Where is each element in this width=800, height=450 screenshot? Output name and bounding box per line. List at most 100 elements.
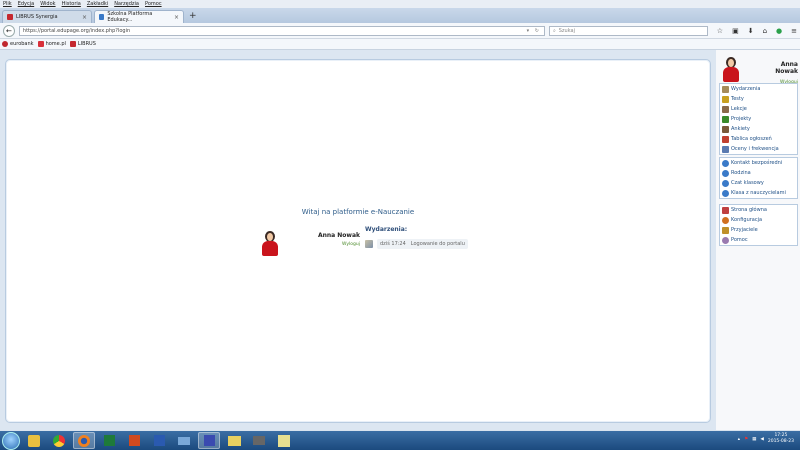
paint-app-icon[interactable] bbox=[23, 432, 45, 449]
events-icon bbox=[722, 85, 729, 93]
sidebar-item-rodzina[interactable]: Rodzina bbox=[720, 168, 797, 178]
arrow-left-icon: ← bbox=[6, 26, 12, 35]
edupage-favicon-icon bbox=[99, 14, 105, 20]
tab-label: LIBRUS Synergia bbox=[16, 14, 58, 20]
chrome-app-icon[interactable] bbox=[48, 432, 70, 449]
tab-librus[interactable]: LIBRUS Synergia × bbox=[2, 10, 92, 23]
bookmark-label: home.pl bbox=[45, 41, 66, 47]
grades-icon bbox=[722, 145, 729, 153]
main-content: Witaj na platformie e-Nauczanie Anna Now… bbox=[0, 50, 716, 430]
menu-edit[interactable]: Edycja bbox=[18, 1, 35, 7]
url-text: https://portal.edupage.org/index.php?log… bbox=[22, 27, 131, 34]
homepl-icon bbox=[37, 41, 44, 47]
help-icon bbox=[722, 236, 729, 244]
flag-icon[interactable]: ⚑ bbox=[744, 437, 748, 442]
bookmark-librus[interactable]: LIBRUS bbox=[69, 41, 96, 47]
projects-icon bbox=[722, 115, 729, 123]
bookmark-eurobank[interactable]: eurobank bbox=[2, 41, 34, 47]
sidebar-item-przyjaciele[interactable]: Przyjaciele bbox=[720, 225, 797, 235]
menu-help[interactable]: Pomoc bbox=[145, 1, 162, 7]
taskbar: ▴ ⚑ ▦ ◀ 17:25 2015-08-23 bbox=[0, 431, 800, 450]
menu-bookmarks[interactable]: Zakładki bbox=[87, 1, 108, 7]
events-title: Wydarzenia: bbox=[365, 226, 408, 233]
sidebar-item-ankiety[interactable]: Ankiety bbox=[720, 124, 797, 134]
tab-edupage[interactable]: Szkolna Platforma Edukacy... × bbox=[94, 10, 184, 23]
sidebar-item-oceny[interactable]: Oceny i frekwencja bbox=[720, 144, 797, 154]
firefox-app-icon[interactable] bbox=[73, 432, 95, 449]
menu-tools[interactable]: Narzędzia bbox=[114, 1, 139, 7]
sidebar-item-klasa[interactable]: Klasa z nauczycielami bbox=[720, 188, 797, 198]
start-button[interactable] bbox=[2, 431, 20, 450]
event-time: dziś 17:24 bbox=[380, 241, 406, 247]
download-icon[interactable]: ⬇ bbox=[748, 27, 754, 35]
search-input[interactable]: ⌕ Szukaj bbox=[548, 25, 708, 36]
sidebar-group-contact: Kontakt bezpośredni Rodzina Czat klasowy… bbox=[719, 157, 798, 199]
excel-app-icon[interactable] bbox=[98, 432, 120, 449]
powerpoint-app-icon[interactable] bbox=[123, 432, 145, 449]
menu-file[interactable]: Plik bbox=[3, 1, 12, 7]
notes-app-icon[interactable] bbox=[273, 432, 295, 449]
sidebar-item-projekty[interactable]: Projekty bbox=[720, 114, 797, 124]
list-item[interactable]: dziś 17:24 Logowanie do portalu bbox=[365, 239, 485, 249]
event-description: Logowanie do portalu bbox=[410, 241, 465, 247]
user-name: Anna Nowak bbox=[317, 232, 360, 239]
back-button[interactable]: ← bbox=[3, 24, 15, 37]
network-app-icon[interactable] bbox=[173, 432, 195, 449]
addon-icon[interactable]: ● bbox=[776, 27, 782, 35]
bookmark-homepl[interactable]: home.pl bbox=[37, 41, 66, 47]
hamburger-menu-icon[interactable]: ≡ bbox=[791, 27, 797, 35]
system-tray: ▴ ⚑ ▦ ◀ 17:25 2015-08-23 bbox=[738, 433, 794, 445]
save-app-icon[interactable] bbox=[198, 432, 220, 449]
librus-icon bbox=[69, 41, 76, 47]
reload-icon[interactable]: ▾ ↻ bbox=[527, 28, 541, 34]
star-icon[interactable]: ☆ bbox=[717, 27, 723, 35]
home-icon[interactable]: ⌂ bbox=[763, 27, 767, 35]
events-section: Wydarzenia: dziś 17:24 Logowanie do port… bbox=[365, 226, 485, 249]
clock[interactable]: 17:25 2015-08-23 bbox=[768, 433, 794, 445]
sidebar-item-pomoc[interactable]: Pomoc bbox=[720, 235, 797, 245]
explorer-app-icon[interactable] bbox=[223, 432, 245, 449]
sidebar-item-testy[interactable]: Testy bbox=[720, 94, 797, 104]
sidebar-item-wydarzenia[interactable]: Wydarzenia bbox=[720, 84, 797, 94]
sidebar-item-strona[interactable]: Strona główna bbox=[720, 205, 797, 215]
tab-label: Szkolna Platforma Edukacy... bbox=[107, 11, 153, 23]
show-hidden-icon[interactable]: ▴ bbox=[738, 437, 740, 442]
new-tab-button[interactable]: + bbox=[189, 10, 197, 23]
sidebar-group-other: Strona główna Konfiguracja Przyjaciele P… bbox=[719, 204, 798, 246]
sidebar-item-konfiguracja[interactable]: Konfiguracja bbox=[720, 215, 797, 225]
sidebar-item-kontakt[interactable]: Kontakt bezpośredni bbox=[720, 158, 797, 168]
close-icon[interactable]: × bbox=[82, 14, 87, 21]
librus-favicon-icon bbox=[7, 14, 13, 20]
menu-view[interactable]: Widok bbox=[40, 1, 55, 7]
library-icon[interactable]: ▣ bbox=[732, 27, 739, 35]
bookmark-label: eurobank bbox=[10, 41, 34, 47]
user-card: Anna Nowak Wyloguj bbox=[260, 228, 360, 258]
app-icon[interactable] bbox=[248, 432, 270, 449]
navigation-bar: ← https://portal.edupage.org/index.php?l… bbox=[0, 23, 800, 39]
surveys-icon bbox=[722, 125, 729, 133]
menu-bar: Plik Edycja Widok Historia Zakładki Narz… bbox=[0, 0, 800, 8]
sidebar-item-czat[interactable]: Czat klasowy bbox=[720, 178, 797, 188]
url-field[interactable]: https://portal.edupage.org/index.php?log… bbox=[18, 25, 545, 36]
family-icon bbox=[722, 169, 729, 177]
bookmark-label: LIBRUS bbox=[77, 41, 96, 47]
main-panel: Witaj na platformie e-Nauczanie Anna Now… bbox=[5, 59, 711, 423]
tab-bar: LIBRUS Synergia × Szkolna Platforma Eduk… bbox=[0, 8, 800, 23]
contact-icon bbox=[722, 159, 729, 167]
volume-icon[interactable]: ◀ bbox=[760, 437, 763, 442]
menu-history[interactable]: Historia bbox=[62, 1, 81, 7]
network-icon[interactable]: ▦ bbox=[752, 437, 756, 442]
sidebar-item-lekcje[interactable]: Lekcje bbox=[720, 104, 797, 114]
sidebar-item-tablica[interactable]: Tablica ogłoszeń bbox=[720, 134, 797, 144]
chat-icon bbox=[722, 179, 729, 187]
event-icon bbox=[365, 240, 373, 248]
logout-link[interactable]: Wyloguj bbox=[342, 242, 360, 247]
eurobank-icon bbox=[2, 41, 8, 47]
welcome-heading: Witaj na platformie e-Nauczanie bbox=[301, 208, 415, 216]
close-icon[interactable]: × bbox=[174, 14, 179, 21]
word-app-icon[interactable] bbox=[148, 432, 170, 449]
friends-icon bbox=[722, 226, 729, 234]
noticeboard-icon bbox=[722, 135, 729, 143]
event-text: dziś 17:24 Logowanie do portalu bbox=[377, 239, 468, 249]
tests-icon bbox=[722, 95, 729, 103]
